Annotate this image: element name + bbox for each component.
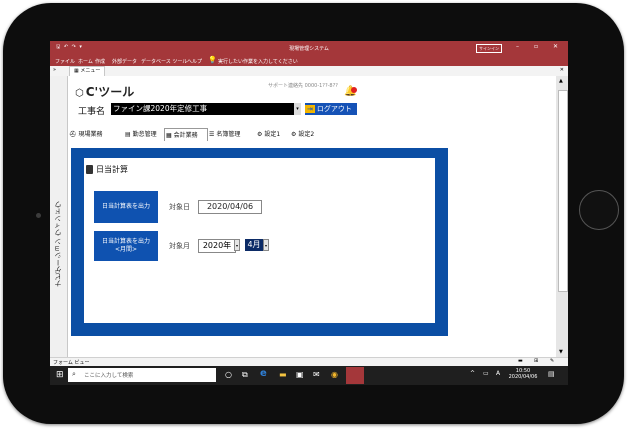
notification-icon[interactable]: ▤ (548, 370, 555, 378)
tab-kintai-label: 勤怠管理 (132, 131, 157, 138)
accounting-panel-inner: 日当計算 日当計算表を出力 日当計算表を出力 <月間> 対象日 2020/04/… (84, 158, 435, 323)
monthly-button-line1: 日当計算表を出力 (101, 238, 150, 245)
ribbon-tab-help[interactable]: ヘルプ (187, 58, 202, 65)
tab-meibo[interactable]: ☰ 名簿管理 (208, 128, 256, 141)
logout-label: ログアウト (316, 105, 352, 113)
chrome-icon[interactable]: ◉ (331, 370, 338, 379)
monthly-report-button[interactable]: 日当計算表を出力 <月間> (94, 231, 158, 261)
document-close-icon[interactable]: ✕ (560, 67, 564, 73)
cortana-icon[interactable]: ○ (225, 370, 232, 379)
date-label: 対象日 (169, 203, 190, 211)
explorer-icon[interactable]: ▬ (279, 370, 287, 379)
year-select[interactable]: 2020年 (198, 239, 236, 253)
gear-icon: ⚙ (257, 131, 263, 138)
camera-icon (36, 213, 41, 218)
store-icon[interactable]: ▣ (296, 370, 304, 379)
date-field[interactable]: 2020/04/06 (198, 200, 262, 214)
ribbon-tab-home[interactable]: ホーム (78, 58, 93, 65)
maximize-icon[interactable]: ▫ (534, 43, 538, 50)
tab-kaikei[interactable]: ▦ 会計業務 (164, 128, 208, 141)
gear-icon: ⚙ (291, 131, 297, 138)
month-dropdown-icon[interactable]: ▾ (263, 239, 269, 251)
calendar-icon: ▤ (125, 131, 131, 138)
taskbar-search-box[interactable]: ⌕ ここに入力して検索 (68, 368, 216, 382)
clock[interactable]: 10:50 2020/04/06 (508, 368, 538, 380)
tab-kintai[interactable]: ▤ 勤怠管理 (124, 128, 164, 141)
logo-mark-icon: ⬡ (75, 88, 84, 99)
screen: 🖫 ↶ ↷ ▾ 現場管理システム サインイン – ▫ ✕ ファイル ホーム 作成… (50, 41, 568, 385)
notification-dot (351, 87, 357, 93)
logo-text: C'ツール (85, 85, 135, 99)
ribbon: ファイル ホーム 作成 外部データ データベース ツール ヘルプ 💡 実行したい… (50, 54, 568, 66)
tab-settei2[interactable]: ⚙ 設定2 (290, 128, 330, 141)
network-icon[interactable]: ▭ (483, 370, 489, 377)
home-button[interactable] (579, 190, 619, 230)
status-text: フォーム ビュー (53, 360, 90, 366)
mail-icon[interactable]: ✉ (313, 370, 320, 379)
minimize-icon[interactable]: – (516, 43, 519, 50)
daily-report-button[interactable]: 日当計算表を出力 (94, 191, 158, 223)
scroll-thumb[interactable] (558, 90, 568, 292)
tab-settei1-label: 設定1 (264, 131, 281, 138)
ribbon-tab-file[interactable]: ファイル (55, 58, 75, 65)
taskbar: ⊞ ⌕ ここに入力して検索 ○ ⧉ e ▬ ▣ ✉ ◉ ^ ▭ A 10:50 2… (50, 366, 568, 385)
navigation-pane[interactable]: ナビゲーション ウィンドウ (50, 76, 68, 357)
support-contact: サポート連絡先 0000-1??-8?? (268, 83, 338, 89)
ime-indicator[interactable]: A (496, 370, 500, 377)
calculator-icon (86, 165, 93, 174)
datasheet-view-icon[interactable]: ⊞ (534, 358, 538, 364)
app-logo: ⬡ C'ツール (75, 83, 134, 100)
accounting-panel: 日当計算 日当計算表を出力 日当計算表を出力 <月間> 対象日 2020/04/… (71, 148, 448, 336)
monthly-button-line2: <月間> (114, 246, 138, 253)
project-dropdown-icon[interactable]: ▾ (294, 103, 301, 115)
logout-button[interactable]: ⇥ ログアウト (305, 103, 357, 115)
tab-genba-label: 現場業務 (78, 131, 103, 138)
vertical-scrollbar[interactable]: ▲ ▼ (556, 76, 568, 357)
chevron-icon[interactable]: » (53, 67, 56, 73)
close-icon[interactable]: ✕ (553, 43, 558, 50)
navigation-pane-label: ナビゲーション ウィンドウ (54, 201, 62, 288)
ribbon-tab-external[interactable]: 外部データ (112, 58, 137, 65)
access-taskbar-icon[interactable] (346, 367, 364, 384)
tell-me-box[interactable]: 実行したい作業を入力してください (218, 58, 298, 65)
tab-settei1[interactable]: ⚙ 設定1 (256, 128, 290, 141)
list-icon: ☰ (209, 131, 215, 138)
design-view-icon[interactable]: ✎ (550, 358, 554, 364)
project-label: 工事名 (78, 107, 106, 117)
lightbulb-icon: 💡 (208, 56, 217, 64)
document-tab-label: メニュー (80, 68, 101, 74)
task-view-icon[interactable]: ⧉ (242, 370, 248, 380)
edge-icon[interactable]: e (260, 368, 267, 379)
tab-kaikei-label: 会計業務 (173, 132, 198, 139)
form-view-icon[interactable]: ▬ (518, 358, 523, 364)
search-icon: ⌕ (72, 370, 76, 378)
tab-meibo-label: 名簿管理 (216, 131, 241, 138)
section-title: 日当計算 (96, 165, 128, 174)
signin-button[interactable]: サインイン (476, 44, 502, 53)
tab-settei2-label: 設定2 (298, 131, 315, 138)
month-label: 対象月 (169, 242, 190, 250)
search-placeholder: ここに入力して検索 (84, 373, 134, 379)
ribbon-tab-create[interactable]: 作成 (95, 58, 105, 65)
scroll-up-icon[interactable]: ▲ (559, 78, 563, 84)
document-tab-menu[interactable]: ▦ メニュー (69, 66, 106, 76)
helmet-icon: ⛑ (69, 131, 77, 138)
year-dropdown-icon[interactable]: ▾ (234, 239, 240, 251)
scroll-down-icon[interactable]: ▼ (559, 349, 563, 355)
title-bar: 🖫 ↶ ↷ ▾ 現場管理システム サインイン – ▫ ✕ (50, 41, 568, 54)
tray-chevron-icon[interactable]: ^ (470, 370, 475, 377)
ribbon-tab-dbtools[interactable]: データベース ツール (141, 58, 187, 65)
project-combobox[interactable]: ファイン課2020年定修工事 (111, 103, 294, 115)
tab-genba[interactable]: ⛑ 現場業務 (68, 128, 124, 141)
windows-start-icon[interactable]: ⊞ (56, 370, 64, 380)
month-select[interactable]: 4月 (245, 239, 263, 251)
main-tabs: ⛑ 現場業務 ▤ 勤怠管理 ▦ 会計業務 ☰ 名簿管理 ⚙ 設定1 ⚙ 設定2 (68, 128, 556, 141)
clock-date: 2020/04/06 (508, 374, 538, 380)
calculator-icon: ▦ (166, 132, 172, 139)
logout-icon: ⇥ (305, 105, 315, 113)
form-content: ⬡ C'ツール サポート連絡先 0000-1??-8?? 🔔 工事名 ファイン課2… (68, 76, 556, 357)
